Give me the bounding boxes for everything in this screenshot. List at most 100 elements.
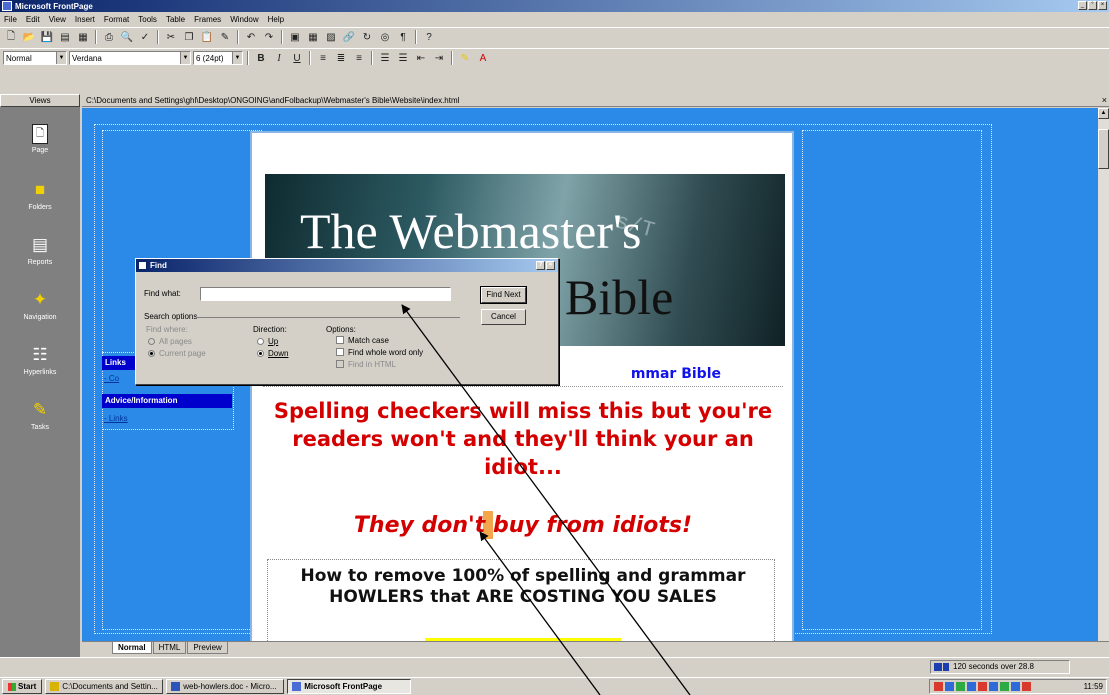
view-page[interactable]: 🗋 Page <box>0 124 80 172</box>
menu-format[interactable]: Format <box>104 15 129 24</box>
down-radio[interactable] <box>257 350 264 357</box>
howto-heading: How to remove 100% of spelling and gramm… <box>300 566 746 607</box>
tab-normal[interactable]: Normal <box>112 642 152 654</box>
size-value: 6 (24pt) <box>196 53 224 63</box>
align-left-icon[interactable]: ≡ <box>315 51 331 66</box>
close-button[interactable]: × <box>1098 1 1107 10</box>
bold-button[interactable]: B <box>253 51 269 66</box>
frontpage-app-icon[interactable] <box>2 1 12 11</box>
menu-insert[interactable]: Insert <box>75 15 95 24</box>
start-button[interactable]: Start <box>2 679 43 694</box>
menu-edit[interactable]: Edit <box>26 15 40 24</box>
view-folders[interactable]: ■ Folders <box>0 179 80 227</box>
link-item[interactable]: - Links <box>104 414 128 423</box>
match-case-checkbox[interactable] <box>336 336 344 344</box>
refresh-icon[interactable]: ↻ <box>359 30 375 45</box>
insert-picture-icon[interactable]: ▨ <box>323 30 339 45</box>
preview-icon[interactable]: 🔍 <box>119 30 135 45</box>
view-hyperlinks[interactable]: ☷ Hyperlinks <box>0 344 80 392</box>
tray-icon[interactable] <box>956 682 965 691</box>
tray-icon[interactable] <box>934 682 943 691</box>
menu-help[interactable]: Help <box>268 15 284 24</box>
print-icon[interactable]: ⎙ <box>101 30 117 45</box>
up-radio[interactable] <box>257 338 264 345</box>
scroll-up-icon[interactable]: ▲ <box>1098 108 1109 119</box>
paste-icon[interactable]: 📋 <box>199 30 215 45</box>
align-right-icon[interactable]: ≡ <box>351 51 367 66</box>
highlight-icon[interactable]: ✎ <box>457 51 473 66</box>
view-tasks[interactable]: ✎ Tasks <box>0 399 80 447</box>
dialog-close-button[interactable]: × <box>546 261 555 270</box>
tray-icon[interactable] <box>1000 682 1009 691</box>
view-navigation[interactable]: ✦ Navigation <box>0 289 80 337</box>
tab-html[interactable]: HTML <box>152 642 187 654</box>
underline-button[interactable]: U <box>289 51 305 66</box>
page-body[interactable]: s/T The Webmaster's Bible mmar Bible Spe… <box>252 133 792 648</box>
task-frontpage[interactable]: Microsoft FrontPage <box>287 679 412 694</box>
tray-icon[interactable] <box>945 682 954 691</box>
volume-icon[interactable] <box>1022 682 1031 691</box>
hyperlink-icon[interactable]: 🔗 <box>341 30 357 45</box>
word-icon <box>171 682 181 691</box>
tray-icon[interactable] <box>989 682 998 691</box>
help-icon[interactable]: ? <box>421 30 437 45</box>
show-all-icon[interactable]: ¶ <box>395 30 411 45</box>
tray-icon[interactable] <box>1011 682 1020 691</box>
help-button[interactable]: ? <box>536 261 545 270</box>
save-icon[interactable]: 💾 <box>39 30 55 45</box>
menu-tools[interactable]: Tools <box>138 15 157 24</box>
close-document-icon[interactable]: × <box>1102 94 1107 107</box>
spelling-icon[interactable]: ✓ <box>137 30 153 45</box>
minimize-button[interactable]: _ <box>1078 1 1087 10</box>
publish-icon[interactable]: ▤ <box>57 30 73 45</box>
folder-list-icon[interactable]: ▦ <box>75 30 91 45</box>
decrease-indent-icon[interactable]: ⇤ <box>413 51 429 66</box>
tray-icon[interactable] <box>978 682 987 691</box>
find-dialog-titlebar[interactable]: Find ? × <box>136 259 558 272</box>
title-bar: Microsoft FrontPage _ ° × <box>0 0 1109 12</box>
insert-component-icon[interactable]: ▣ <box>287 30 303 45</box>
chevron-down-icon[interactable]: ▼ <box>232 52 242 64</box>
font-color-icon[interactable]: A <box>475 51 491 66</box>
format-painter-icon[interactable]: ✎ <box>217 30 233 45</box>
task-explorer[interactable]: C:\Documents and Settin... <box>45 679 164 694</box>
size-select[interactable]: 6 (24pt) ▼ <box>193 51 243 65</box>
chevron-down-icon[interactable]: ▼ <box>56 52 66 64</box>
link-item[interactable]: - Co <box>104 374 119 383</box>
vertical-scrollbar[interactable]: ▲ <box>1098 108 1109 641</box>
menu-table[interactable]: Table <box>166 15 185 24</box>
task-word[interactable]: web-howlers.doc - Micro... <box>166 679 285 694</box>
menu-frames[interactable]: Frames <box>194 15 221 24</box>
increase-indent-icon[interactable]: ⇥ <box>431 51 447 66</box>
bullet-list-icon[interactable]: ☰ <box>395 51 411 66</box>
new-page-icon[interactable]: 🗋 <box>3 30 19 45</box>
tab-preview[interactable]: Preview <box>187 642 228 654</box>
font-select[interactable]: Verdana ▼ <box>69 51 191 65</box>
stop-icon[interactable]: ◎ <box>377 30 393 45</box>
cancel-button[interactable]: Cancel <box>481 309 526 325</box>
align-center-icon[interactable]: ≣ <box>333 51 349 66</box>
style-select[interactable]: Normal ▼ <box>3 51 67 65</box>
scroll-thumb[interactable] <box>1098 129 1109 169</box>
find-icon <box>138 261 147 270</box>
menu-file[interactable]: File <box>4 15 17 24</box>
menu-view[interactable]: View <box>49 15 66 24</box>
insert-table-icon[interactable]: ▦ <box>305 30 321 45</box>
right-cell-outline <box>802 130 982 630</box>
cut-icon[interactable]: ✂ <box>163 30 179 45</box>
find-what-input[interactable] <box>200 287 451 301</box>
numbered-list-icon[interactable]: ☰ <box>377 51 393 66</box>
undo-icon[interactable]: ↶ <box>243 30 259 45</box>
restore-button[interactable]: ° <box>1088 1 1097 10</box>
options-label: Options: <box>326 325 356 334</box>
copy-icon[interactable]: ❐ <box>181 30 197 45</box>
menu-window[interactable]: Window <box>230 15 258 24</box>
find-next-button[interactable]: Find Next <box>480 286 527 304</box>
view-reports[interactable]: ▤ Reports <box>0 234 80 282</box>
redo-icon[interactable]: ↷ <box>261 30 277 45</box>
tray-icon[interactable] <box>967 682 976 691</box>
open-icon[interactable]: 📂 <box>21 30 37 45</box>
whole-word-checkbox[interactable] <box>336 348 344 356</box>
chevron-down-icon[interactable]: ▼ <box>180 52 190 64</box>
italic-button[interactable]: I <box>271 51 287 66</box>
